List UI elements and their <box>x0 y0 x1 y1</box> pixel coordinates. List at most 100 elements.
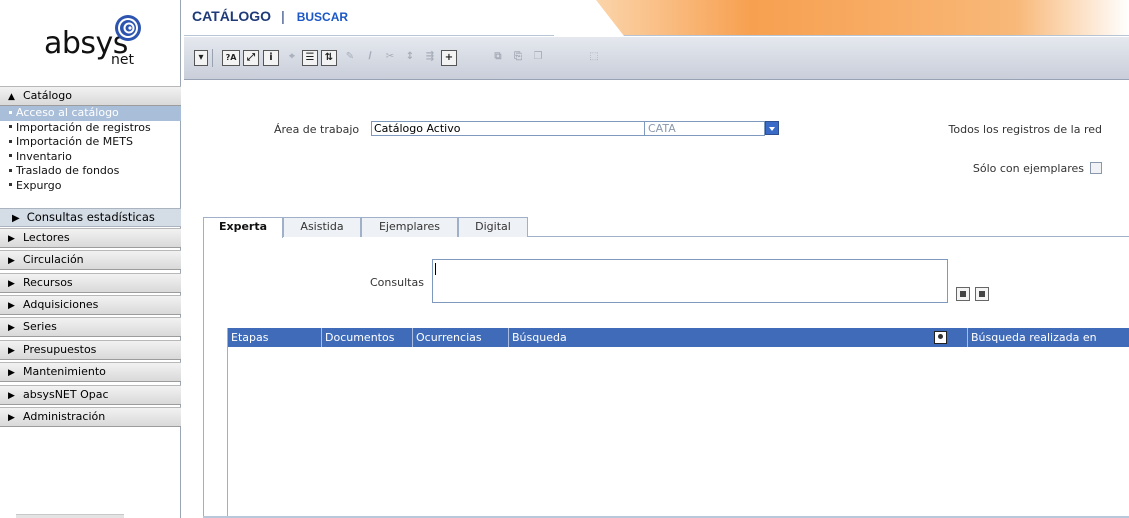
toolbar-separator <box>212 49 213 67</box>
item-label: Acceso al catálogo <box>16 106 119 119</box>
sidebar-section-absysnet-opac[interactable]: ▶ absysNET Opac <box>0 385 181 405</box>
sidebar-item-expurgo[interactable]: Expurgo <box>0 179 181 194</box>
bullet-icon <box>9 183 12 187</box>
main-content: Área de trabajo Catálogo Activo CATA Tod… <box>184 81 1129 518</box>
sidebar-section-presupuestos[interactable]: ▶ Presupuestos <box>0 340 181 360</box>
todos-registros-label[interactable]: Todos los registros de la red <box>949 123 1102 136</box>
add-button[interactable]: + <box>441 50 457 66</box>
search-tabs: Experta Asistida Ejemplares Digital <box>203 217 1129 238</box>
sort-alpha-icon[interactable]: ↕ <box>402 50 418 66</box>
section-label: Lectores <box>23 231 70 244</box>
list-icon[interactable]: ☰ <box>302 50 318 66</box>
menu-dropdown-icon[interactable]: ▾ <box>194 50 208 66</box>
sidebar-section-administracion[interactable]: ▶ Administración <box>0 407 181 427</box>
zoom-icon[interactable]: ⤢ <box>243 50 259 66</box>
solo-ejemplares-checkbox[interactable] <box>1090 162 1102 174</box>
triangle-right-icon: ▶ <box>8 323 15 333</box>
item-label: Importación de registros <box>16 120 151 134</box>
sidebar: absys net ▲ Catálogo Acceso al catálogo I… <box>0 0 181 518</box>
module-title: CATÁLOGO <box>192 8 272 24</box>
triangle-right-icon: ▶ <box>12 213 20 224</box>
sidebar-item-acceso-catalogo[interactable]: Acceso al catálogo <box>0 106 181 121</box>
item-label: Consultas estadísticas <box>26 210 155 224</box>
tab-ejemplares[interactable]: Ejemplares <box>361 217 458 237</box>
section-label: Mantenimiento <box>23 365 106 378</box>
triangle-right-icon: ▶ <box>8 368 15 378</box>
bullet-icon <box>9 154 12 158</box>
paste-icon[interactable]: ⎘ <box>510 50 526 66</box>
col-busqueda[interactable]: Búsqueda <box>509 328 968 347</box>
triangle-right-icon: ▶ <box>8 413 15 423</box>
sidebar-item-importacion-registros[interactable]: Importación de registros <box>0 121 181 136</box>
area-trabajo-field[interactable]: Catálogo Activo <box>371 121 645 136</box>
user-icon[interactable] <box>934 331 947 344</box>
sidebar-item-traslado-fondos[interactable]: Traslado de fondos <box>0 164 181 179</box>
consultas-textarea[interactable] <box>432 259 948 303</box>
triangle-right-icon: ▶ <box>8 301 15 311</box>
col-ocurrencias[interactable]: Ocurrencias <box>413 328 509 347</box>
toolbar: ▾ ?A ⤢ i ⌖ ☰ ⇅ ✎ 𝐼 ✂ ↕ ⇶ + ⧉ ⎘ ❐ ⬚ <box>184 37 1129 80</box>
sidebar-item-inventario[interactable]: Inventario <box>0 150 181 165</box>
catalogo-menu: Acceso al catálogo Importación de regist… <box>0 106 181 194</box>
breadcrumb: CATÁLOGO | BUSCAR <box>192 8 348 24</box>
chevron-down-icon[interactable] <box>765 121 779 135</box>
help-query-button[interactable]: ?A <box>222 50 240 66</box>
consultas-label: Consultas <box>370 276 424 289</box>
sort-icon[interactable]: ⇅ <box>321 50 337 66</box>
sidebar-section-adquisiciones[interactable]: ▶ Adquisiciones <box>0 295 181 315</box>
bullet-icon <box>9 168 12 172</box>
triangle-up-icon: ▲ <box>8 92 15 102</box>
sidebar-section-lectores[interactable]: ▶ Lectores <box>0 228 181 248</box>
sidebar-item-consultas-estadisticas[interactable]: ▶ Consultas estadísticas <box>0 208 181 227</box>
tab-digital[interactable]: Digital <box>458 217 528 237</box>
triangle-right-icon: ▶ <box>8 234 15 244</box>
section-label: Presupuestos <box>23 343 97 356</box>
sidebar-section-catalogo[interactable]: ▲ Catálogo <box>0 86 181 106</box>
absysnet-logo: absys net <box>0 0 181 84</box>
export-icon[interactable]: ⬚ <box>586 50 602 66</box>
copy-icon[interactable]: ⧉ <box>490 50 506 66</box>
execute-query-icon[interactable] <box>975 287 989 301</box>
col-documentos[interactable]: Documentos <box>322 328 413 347</box>
buscar-link[interactable]: BUSCAR <box>297 10 348 24</box>
info-button[interactable]: i <box>263 50 279 66</box>
section-label: Series <box>23 320 57 333</box>
merge-icon[interactable]: ⇶ <box>422 50 438 66</box>
sidebar-section-mantenimiento[interactable]: ▶ Mantenimiento <box>0 362 181 382</box>
spiral-logo-icon <box>115 15 141 41</box>
header-wedge <box>554 0 624 36</box>
section-label: Catálogo <box>23 89 72 102</box>
sidebar-section-series[interactable]: ▶ Series <box>0 317 181 337</box>
tab-experta[interactable]: Experta <box>203 217 283 238</box>
item-label: Traslado de fondos <box>16 164 120 178</box>
sidebar-section-circulacion[interactable]: ▶ Circulación <box>0 250 181 270</box>
col-etapas[interactable]: Etapas <box>228 328 322 347</box>
col-busqueda-realizada[interactable]: Búsqueda realizada en <box>968 328 1129 347</box>
sidebar-item-importacion-mets[interactable]: Importación de METS <box>0 135 181 150</box>
sidebar-footer-bar <box>16 514 124 518</box>
area-code-field: CATA <box>645 121 765 136</box>
logo-net: net <box>111 52 134 68</box>
header-bar: CATÁLOGO | BUSCAR <box>184 0 1129 36</box>
edit-icon[interactable]: ✎ <box>342 50 358 66</box>
duplicate-icon[interactable]: ❐ <box>530 50 546 66</box>
clear-icon[interactable]: ⌖ <box>284 50 300 66</box>
tab-asistida[interactable]: Asistida <box>283 217 361 237</box>
grid-header: Etapas Documentos Ocurrencias Búsqueda B… <box>228 328 1129 347</box>
results-grid: Etapas Documentos Ocurrencias Búsqueda B… <box>227 328 1129 518</box>
triangle-right-icon: ▶ <box>8 256 15 266</box>
clipboard-icon[interactable] <box>956 287 970 301</box>
cut-icon[interactable]: ✂ <box>382 50 398 66</box>
breadcrumb-separator: | <box>281 8 285 24</box>
solo-ejemplares-label: Sólo con ejemplares <box>972 162 1084 175</box>
section-label: absysNET Opac <box>23 388 109 401</box>
triangle-right-icon: ▶ <box>8 391 15 401</box>
section-label: Circulación <box>23 253 84 266</box>
item-label: Expurgo <box>16 178 62 192</box>
sidebar-section-recursos[interactable]: ▶ Recursos <box>0 273 181 293</box>
text-caret <box>435 263 436 275</box>
area-trabajo-label: Área de trabajo <box>274 123 360 136</box>
section-label: Recursos <box>23 276 73 289</box>
item-label: Inventario <box>16 149 72 163</box>
italic-icon[interactable]: 𝐼 <box>362 50 378 66</box>
